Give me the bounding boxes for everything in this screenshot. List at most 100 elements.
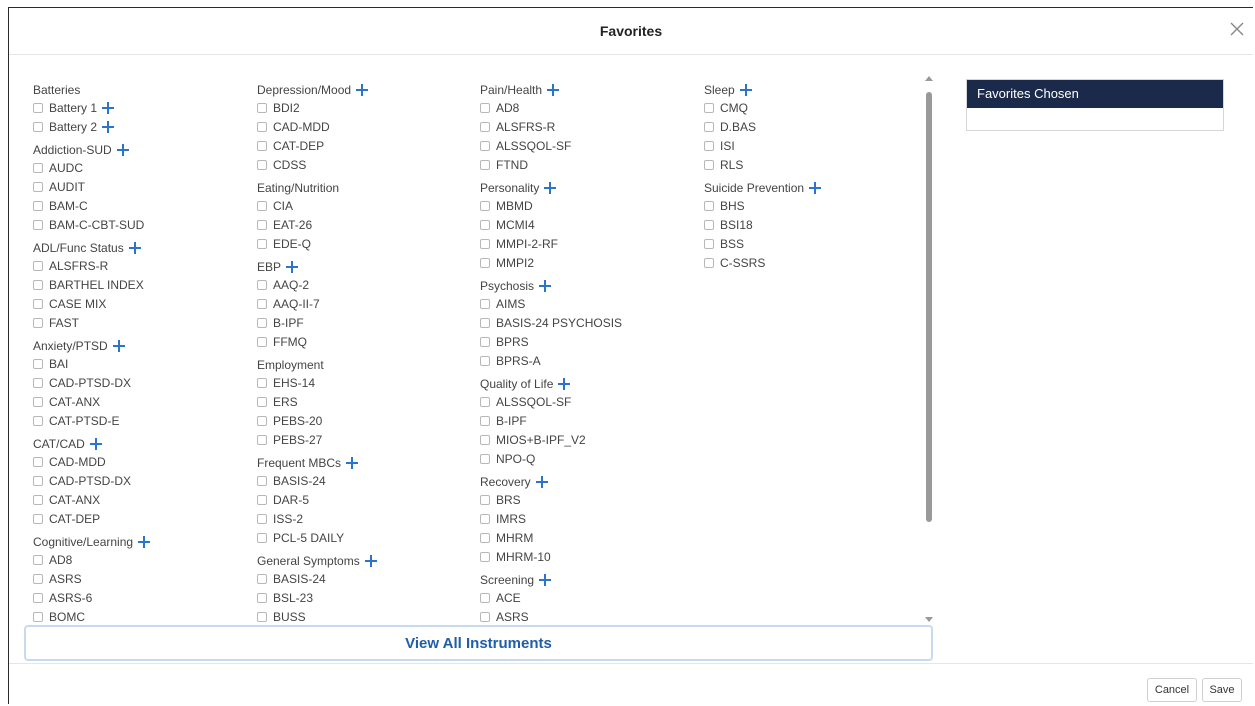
add-category-plus-icon[interactable] [112, 340, 125, 352]
instrument-checkbox[interactable] [480, 140, 490, 151]
instrument-item[interactable]: AAQ-2 [257, 275, 477, 294]
instrument-checkbox[interactable] [257, 377, 267, 388]
instrument-item[interactable]: ALSSQOL-SF [480, 392, 700, 411]
instrument-item[interactable]: PCL-5 DAILY [257, 528, 477, 547]
instrument-item[interactable]: BSS [704, 234, 923, 253]
instrument-item[interactable]: CASE MIX [33, 294, 253, 313]
instrument-checkbox[interactable] [33, 396, 43, 407]
instrument-checkbox[interactable] [480, 513, 490, 524]
instrument-checkbox[interactable] [33, 279, 43, 290]
instrument-checkbox[interactable] [33, 592, 43, 603]
add-category-plus-icon[interactable] [116, 144, 129, 156]
instrument-checkbox[interactable] [704, 238, 714, 249]
instrument-checkbox[interactable] [33, 298, 43, 309]
instrument-checkbox[interactable] [480, 611, 490, 622]
instrument-item[interactable]: BHS [704, 196, 923, 215]
instrument-item[interactable]: DAR-5 [257, 490, 477, 509]
instrument-checkbox[interactable] [33, 611, 43, 622]
instrument-checkbox[interactable] [257, 279, 267, 290]
instrument-checkbox[interactable] [480, 592, 490, 603]
instrument-item[interactable]: CMQ [704, 98, 923, 117]
scroll-up-arrow-icon[interactable] [925, 76, 933, 81]
instrument-checkbox[interactable] [480, 159, 490, 170]
instrument-checkbox[interactable] [33, 415, 43, 426]
instrument-item[interactable]: MHRM-10 [480, 547, 700, 566]
instrument-checkbox[interactable] [480, 200, 490, 211]
add-category-plus-icon[interactable] [739, 84, 752, 96]
instrument-checkbox[interactable] [257, 415, 267, 426]
instrument-item[interactable]: MIOS+B-IPF_V2 [480, 430, 700, 449]
instrument-checkbox[interactable] [480, 102, 490, 113]
instrument-checkbox[interactable] [257, 140, 267, 151]
instrument-item[interactable]: FFMQ [257, 332, 477, 351]
instrument-checkbox[interactable] [33, 573, 43, 584]
instrument-item[interactable]: BDI2 [257, 98, 477, 117]
instrument-item[interactable]: EHS-14 [257, 373, 477, 392]
add-category-plus-icon[interactable] [364, 555, 377, 567]
instrument-item[interactable]: BAM-C [33, 196, 253, 215]
instrument-item[interactable]: AD8 [480, 98, 700, 117]
instrument-item[interactable]: BRS [480, 490, 700, 509]
instrument-item[interactable]: ALSFRS-R [33, 256, 253, 275]
instrument-checkbox[interactable] [480, 532, 490, 543]
instrument-item[interactable]: ASRS-6 [33, 588, 253, 607]
cancel-button[interactable]: Cancel [1147, 678, 1197, 702]
instrument-checkbox[interactable] [704, 200, 714, 211]
add-category-plus-icon[interactable] [544, 182, 557, 194]
instrument-item[interactable]: Battery 1 [33, 98, 253, 117]
instrument-checkbox[interactable] [480, 355, 490, 366]
instrument-checkbox[interactable] [33, 219, 43, 230]
add-category-plus-icon[interactable] [539, 574, 552, 586]
instrument-checkbox[interactable] [33, 377, 43, 388]
instrument-checkbox[interactable] [480, 434, 490, 445]
instrument-checkbox[interactable] [480, 453, 490, 464]
instrument-item[interactable]: RLS [704, 155, 923, 174]
instrument-item[interactable]: NPO-Q [480, 449, 700, 468]
instrument-checkbox[interactable] [33, 162, 43, 173]
instrument-item[interactable]: PEBS-20 [257, 411, 477, 430]
instrument-item[interactable]: FTND [480, 155, 700, 174]
instrument-item[interactable]: ISS-2 [257, 509, 477, 528]
instrument-checkbox[interactable] [257, 200, 267, 211]
instrument-checkbox[interactable] [33, 121, 43, 132]
instrument-checkbox[interactable] [480, 551, 490, 562]
instrument-checkbox[interactable] [257, 475, 267, 486]
scroll-thumb[interactable] [926, 92, 932, 522]
add-category-plus-icon[interactable] [356, 84, 369, 96]
instrument-item[interactable]: ALSSQOL-SF [480, 136, 700, 155]
scroll-down-arrow-icon[interactable] [925, 617, 933, 622]
instrument-checkbox[interactable] [704, 159, 714, 170]
add-category-plus-icon[interactable] [547, 84, 560, 96]
instrument-item[interactable]: AD8 [33, 550, 253, 569]
instrument-checkbox[interactable] [480, 219, 490, 230]
instrument-item[interactable]: CDSS [257, 155, 477, 174]
instrument-item[interactable]: BOMC [33, 607, 253, 622]
instrument-checkbox[interactable] [480, 396, 490, 407]
instrument-item[interactable]: CAD-PTSD-DX [33, 471, 253, 490]
instrument-item[interactable]: IMRS [480, 509, 700, 528]
instrument-item[interactable]: ISI [704, 136, 923, 155]
instrument-item[interactable]: AUDC [33, 158, 253, 177]
instrument-item[interactable]: CAT-PTSD-E [33, 411, 253, 430]
instrument-checkbox[interactable] [704, 257, 714, 268]
instrument-checkbox[interactable] [704, 121, 714, 132]
instrument-checkbox[interactable] [33, 260, 43, 271]
instrument-checkbox[interactable] [33, 494, 43, 505]
instrument-checkbox[interactable] [704, 102, 714, 113]
instrument-item[interactable]: AIMS [480, 294, 700, 313]
instrument-checkbox[interactable] [257, 573, 267, 584]
add-item-plus-icon[interactable] [102, 120, 115, 133]
instrument-item[interactable]: BAI [33, 354, 253, 373]
instrument-checkbox[interactable] [257, 317, 267, 328]
instrument-item[interactable]: MMPI2 [480, 253, 700, 272]
instrument-item[interactable]: C-SSRS [704, 253, 923, 272]
instrument-checkbox[interactable] [33, 456, 43, 467]
instrument-checkbox[interactable] [480, 415, 490, 426]
instrument-item[interactable]: CAT-DEP [33, 509, 253, 528]
instrument-checkbox[interactable] [257, 396, 267, 407]
instrument-item[interactable]: BASIS-24 [257, 569, 477, 588]
instrument-item[interactable]: ASRS [480, 607, 700, 622]
instrument-item[interactable]: BASIS-24 [257, 471, 477, 490]
instrument-item[interactable]: CAD-PTSD-DX [33, 373, 253, 392]
add-category-plus-icon[interactable] [809, 182, 822, 194]
